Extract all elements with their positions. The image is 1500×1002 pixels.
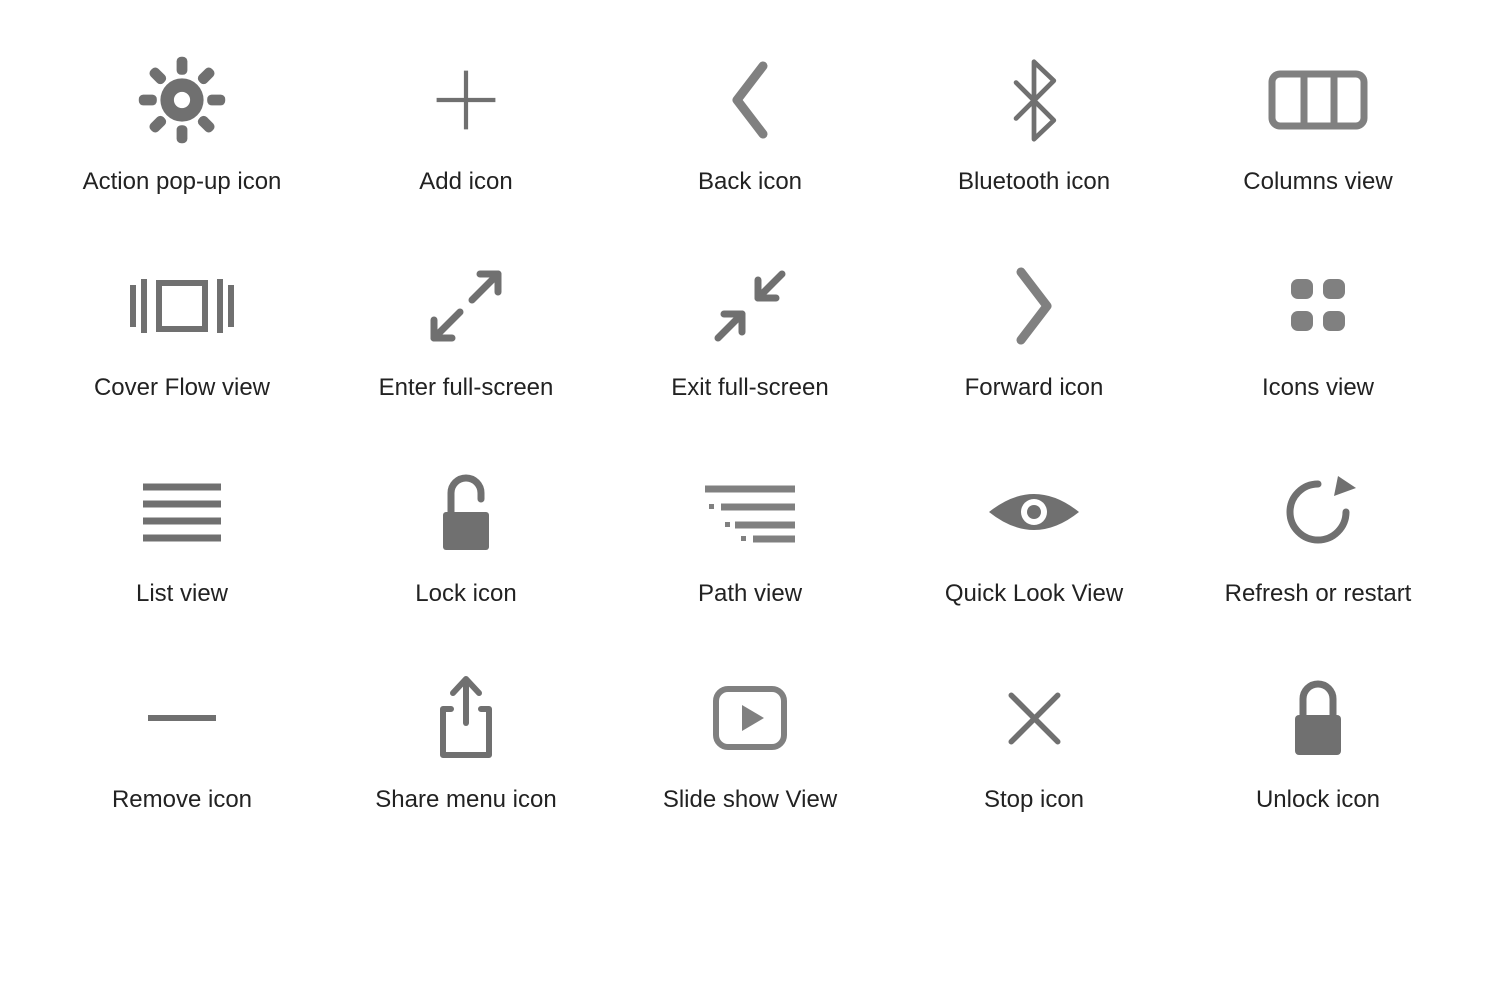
label-slideshow: Slide show View	[663, 786, 837, 814]
label-columns: Columns view	[1243, 168, 1392, 196]
cell-icons-view: Icons view	[1196, 256, 1440, 402]
label-list-view: List view	[136, 580, 228, 608]
cell-quicklook: Quick Look View	[912, 462, 1156, 608]
columns-view-icon	[1228, 50, 1408, 150]
gear-icon	[92, 50, 272, 150]
cell-refresh: Refresh or restart	[1196, 462, 1440, 608]
share-icon	[376, 668, 556, 768]
x-icon	[944, 668, 1124, 768]
cell-bluetooth: Bluetooth icon	[912, 50, 1156, 196]
cell-columns: Columns view	[1196, 50, 1440, 196]
label-coverflow: Cover Flow view	[94, 374, 270, 402]
label-exit-fullscreen: Exit full-screen	[671, 374, 828, 402]
label-quicklook: Quick Look View	[945, 580, 1123, 608]
cover-flow-icon	[92, 256, 272, 356]
cell-slideshow: Slide show View	[628, 668, 872, 814]
list-view-icon	[92, 462, 272, 562]
slideshow-icon	[660, 668, 840, 768]
label-path-view: Path view	[698, 580, 802, 608]
locked-padlock-icon	[1228, 668, 1408, 768]
cell-lock: Lock icon	[344, 462, 588, 608]
chevron-right-icon	[944, 256, 1124, 356]
cell-share: Share menu icon	[344, 668, 588, 814]
plus-icon	[376, 50, 556, 150]
refresh-icon	[1228, 462, 1408, 562]
label-back: Back icon	[698, 168, 802, 196]
cell-exit-fullscreen: Exit full-screen	[628, 256, 872, 402]
cell-action-popup: Action pop-up icon	[60, 50, 304, 196]
icons-view-icon	[1228, 256, 1408, 356]
label-add: Add icon	[419, 168, 512, 196]
label-action-popup: Action pop-up icon	[83, 168, 282, 196]
label-bluetooth: Bluetooth icon	[958, 168, 1110, 196]
label-refresh: Refresh or restart	[1225, 580, 1412, 608]
minus-icon	[92, 668, 272, 768]
exit-fullscreen-icon	[660, 256, 840, 356]
cell-coverflow: Cover Flow view	[60, 256, 304, 402]
label-icons-view: Icons view	[1262, 374, 1374, 402]
cell-unlock: Unlock icon	[1196, 668, 1440, 814]
cell-back: Back icon	[628, 50, 872, 196]
cell-forward: Forward icon	[912, 256, 1156, 402]
path-view-icon	[660, 462, 840, 562]
bluetooth-icon	[944, 50, 1124, 150]
cell-enter-fullscreen: Enter full-screen	[344, 256, 588, 402]
enter-fullscreen-icon	[376, 256, 556, 356]
eye-icon	[944, 462, 1124, 562]
cell-add: Add icon	[344, 50, 588, 196]
cell-remove: Remove icon	[60, 668, 304, 814]
label-remove: Remove icon	[112, 786, 252, 814]
label-enter-fullscreen: Enter full-screen	[379, 374, 554, 402]
icon-grid: Action pop-up icon Add icon Back icon	[0, 0, 1500, 864]
label-unlock: Unlock icon	[1256, 786, 1380, 814]
label-forward: Forward icon	[965, 374, 1104, 402]
cell-path-view: Path view	[628, 462, 872, 608]
unlocked-padlock-icon	[376, 462, 556, 562]
label-stop: Stop icon	[984, 786, 1084, 814]
label-lock: Lock icon	[415, 580, 516, 608]
cell-stop: Stop icon	[912, 668, 1156, 814]
label-share: Share menu icon	[375, 786, 556, 814]
cell-list-view: List view	[60, 462, 304, 608]
chevron-left-icon	[660, 50, 840, 150]
